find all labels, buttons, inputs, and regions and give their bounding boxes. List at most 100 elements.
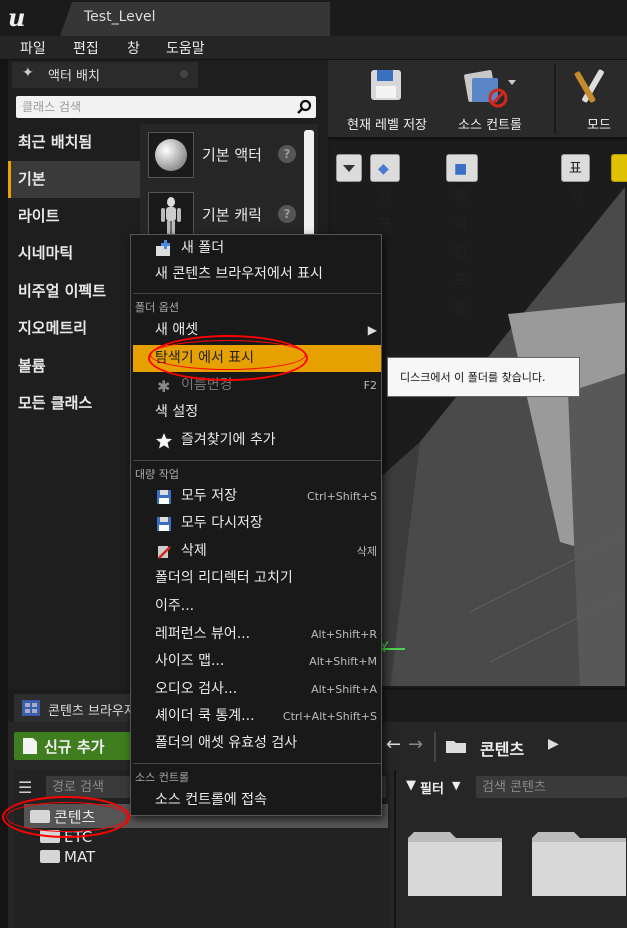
main-toolbar: 현재 레벨 저장 소스 컨트롤 모드 — [328, 60, 627, 138]
breadcrumb-chevron-icon[interactable]: ▶ — [548, 736, 559, 752]
folder-icon — [40, 850, 60, 863]
asset-folder-tile[interactable] — [532, 824, 627, 899]
menu-edit[interactable]: 편집 — [73, 38, 99, 58]
category-all-classes[interactable]: 모든 클래스 — [8, 385, 140, 422]
menu-section-source-control: 소스 컨트롤 — [135, 771, 190, 784]
category-volumes[interactable]: 볼륨 — [8, 348, 140, 385]
menu-window[interactable]: 창 — [127, 38, 140, 58]
submenu-arrow-icon: ▶ — [367, 323, 377, 337]
actor-label: 기본 캐릭 — [202, 206, 262, 224]
menu-separator — [133, 763, 381, 764]
source-control-icon — [464, 70, 516, 108]
tab-close-icon[interactable] — [180, 70, 188, 78]
category-recent[interactable]: 최근 배치됨 — [8, 124, 140, 161]
help-icon[interactable]: ? — [278, 205, 296, 223]
rename-icon: ✱ — [157, 377, 170, 395]
path-navigation: ← → 콘텐츠 ▶ — [382, 730, 627, 764]
menu-file[interactable]: 파일 — [20, 38, 46, 58]
source-control-button[interactable]: 소스 컨트롤 — [444, 60, 536, 138]
menu-item-label: 삭제 — [181, 543, 207, 559]
category-geometry[interactable]: 지오메트리 — [8, 310, 140, 347]
menu-save-all[interactable]: 모두 저장 Ctrl+Shift+S — [133, 483, 381, 510]
filter-button[interactable]: ▼ 필터 ▼ — [404, 776, 468, 798]
new-folder-icon — [156, 240, 170, 256]
menu-size-map[interactable]: 사이즈 맵... Alt+Shift+M — [133, 648, 381, 675]
sphere-icon — [148, 132, 194, 178]
class-search-box — [16, 96, 316, 118]
menu-shortcut: Ctrl+Shift+S — [307, 490, 377, 503]
breadcrumb-content[interactable]: 콘텐츠 — [480, 736, 524, 760]
filter-icon: ▼ — [406, 778, 416, 793]
tree-item-mat[interactable]: MAT — [40, 848, 95, 868]
forward-arrow-icon[interactable]: → — [408, 734, 423, 755]
menu-item-label: 오디오 검사... — [155, 681, 238, 697]
folder-context-menu: 새 폴더 새 콘텐츠 브라우저에서 표시 폴더 옵션 새 애셋 ▶ 탐색기 에서… — [130, 234, 382, 816]
back-arrow-icon[interactable]: ← — [386, 734, 401, 755]
tree-toggle-icon[interactable]: ☰ — [18, 778, 32, 797]
menu-item-label: 폴더의 애셋 유효성 검사 — [155, 735, 298, 751]
menu-reference-viewer[interactable]: 레퍼런스 뷰어... Alt+Shift+R — [133, 621, 381, 648]
level-tab[interactable]: Test_Level — [60, 2, 330, 36]
menu-fix-redirectors[interactable]: 폴더의 리디렉터 고치기 — [133, 565, 381, 592]
menu-item-label: 사이즈 맵... — [155, 653, 225, 669]
viewport-options-button[interactable] — [336, 154, 362, 182]
menu-shortcut: Alt+Shift+A — [311, 683, 377, 696]
modes-icon — [574, 69, 604, 103]
filter-chevron-icon: ▼ — [452, 779, 461, 792]
viewport-extra-button[interactable] — [611, 154, 627, 182]
menu-shortcut: 삭제 — [356, 545, 377, 558]
actor-item-basic-actor[interactable]: 기본 액터 ? — [148, 126, 308, 182]
menu-connect-source-control[interactable]: 소스 컨트롤에 접속 — [133, 787, 381, 814]
actor-list-scrollbar[interactable] — [304, 130, 314, 240]
lit-label: 라이팅포함 — [454, 189, 467, 317]
folder-icon — [408, 832, 502, 896]
place-actors-tab[interactable]: ✦ 액터 배치 — [12, 62, 198, 88]
menu-audit-assets[interactable]: 오디오 검사... Alt+Shift+A — [133, 676, 381, 703]
category-visual-effects[interactable]: 비주얼 이펙트 — [8, 273, 140, 310]
asset-folder-tile[interactable] — [408, 824, 508, 899]
source-control-label: 소스 컨트롤 — [458, 118, 522, 133]
unreal-logo-icon: u — [8, 3, 26, 32]
annotation-circle-content-folder-inner — [6, 802, 128, 832]
menu-add-favorite[interactable]: 즐겨찾기에 추가 — [133, 427, 381, 454]
class-search-input[interactable] — [16, 96, 286, 118]
actor-label: 기본 액터 — [202, 146, 262, 164]
menu-resave-all[interactable]: 모두 다시저장 — [133, 510, 381, 537]
perspective-button[interactable]: ◆ 원근 — [370, 154, 400, 233]
content-browser-tab[interactable]: 콘텐츠 브라우저 — [14, 694, 136, 722]
menu-bar: 파일 편집 창 도움말 — [0, 36, 627, 60]
nav-separator — [434, 732, 436, 762]
menu-validate-assets[interactable]: 폴더의 애셋 유효성 검사 — [133, 730, 381, 757]
menu-new-folder[interactable]: 새 폴더 — [133, 235, 381, 262]
show-button[interactable]: 표시 — [561, 154, 590, 205]
lit-cube-icon: ■ — [454, 161, 468, 177]
asset-search-input[interactable] — [476, 776, 626, 798]
asset-search-box — [476, 776, 627, 798]
modes-button[interactable]: 모드 — [564, 60, 627, 138]
menu-separator — [133, 460, 381, 461]
perspective-icon: ◆ — [378, 161, 389, 177]
category-basic[interactable]: 기본 — [8, 161, 140, 198]
filter-label: 필터 — [420, 782, 444, 797]
search-icon[interactable] — [296, 99, 312, 115]
save-current-level-button[interactable]: 현재 레벨 저장 — [332, 60, 442, 138]
resave-icon — [157, 517, 171, 531]
lit-button[interactable]: ■ 라이팅포함 — [446, 154, 479, 317]
menu-section-bulk: 대량 작업 — [135, 468, 179, 481]
menu-shortcut: F2 — [363, 379, 377, 392]
menu-shader-cook-stats[interactable]: 셰이더 쿡 통계... Ctrl+Alt+Shift+S — [133, 703, 381, 730]
menu-set-color[interactable]: 색 설정 — [133, 399, 381, 426]
help-icon[interactable]: ? — [278, 145, 296, 163]
menu-shortcut: Alt+Shift+R — [311, 628, 377, 641]
tooltip: 디스크에서 이 폴더를 찾습니다. — [387, 357, 580, 397]
menu-help[interactable]: 도움말 — [166, 38, 205, 58]
menu-section-folder-options: 폴더 옵션 — [135, 301, 179, 314]
menu-migrate[interactable]: 이주... — [133, 593, 381, 620]
menu-show-in-new-browser[interactable]: 새 콘텐츠 브라우저에서 표시 — [133, 261, 381, 288]
add-new-button[interactable]: 신규 추가 — [14, 732, 132, 760]
menu-delete[interactable]: 삭제 삭제 — [133, 538, 381, 565]
star-icon — [156, 433, 172, 449]
menu-item-label: 새 콘텐츠 브라우저에서 표시 — [155, 266, 323, 282]
category-cinematic[interactable]: 시네마틱 — [8, 235, 140, 272]
category-lights[interactable]: 라이트 — [8, 198, 140, 235]
